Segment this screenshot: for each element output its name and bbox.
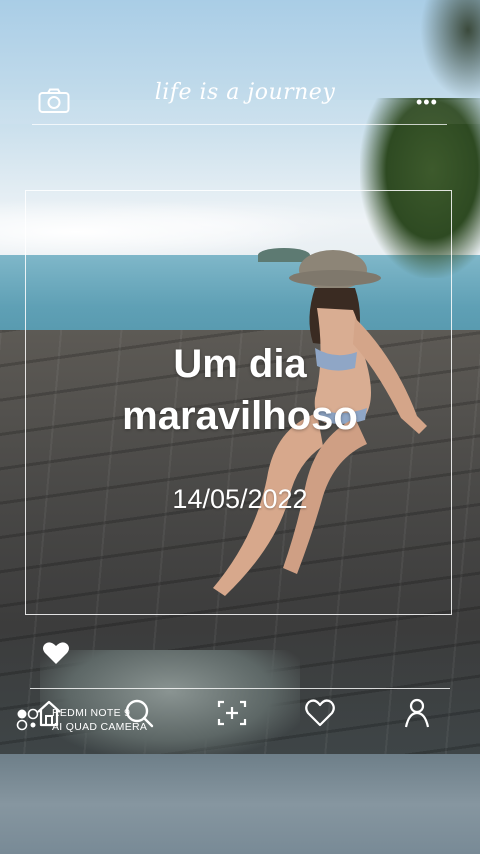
blurred-bottom-area [0, 754, 480, 854]
overlay-date: 14/05/2022 [172, 484, 308, 514]
title-line-2: maravilhoso [122, 394, 358, 438]
watermark-line-1: REDMI NOTE 9 [52, 707, 131, 719]
bottom-divider [30, 688, 450, 689]
overlay-title: Um dia maravilhoso [60, 338, 420, 442]
divider [32, 124, 447, 125]
blurred-foreground [420, 0, 480, 100]
profile-icon[interactable] [400, 696, 434, 730]
title-line-1: Um dia [173, 342, 307, 386]
more-dots-icon[interactable]: ••• [416, 92, 438, 113]
quad-camera-icon [16, 708, 39, 731]
heart-icon[interactable] [303, 696, 337, 730]
watermark-line-2: AI QUAD CAMERA [52, 721, 148, 733]
add-photo-icon[interactable] [215, 696, 249, 730]
heart-filled-icon[interactable] [42, 640, 70, 666]
camera-icon[interactable] [38, 88, 70, 114]
tagline-text: life is a journey [154, 80, 336, 105]
tide-pool [40, 650, 300, 754]
